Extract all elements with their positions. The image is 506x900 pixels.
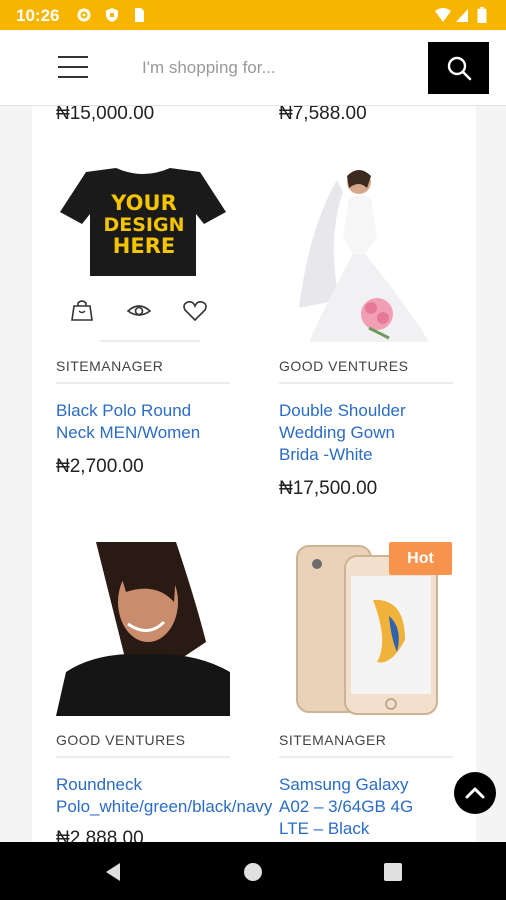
search-button[interactable] — [428, 42, 489, 94]
sim-icon — [135, 8, 144, 22]
product-title[interactable]: Double Shoulder Wedding Gown Brida -Whit… — [279, 400, 453, 466]
menu-icon — [58, 56, 88, 58]
product-vendor[interactable]: GOOD VENTURES — [279, 358, 408, 374]
product-price: ₦7,588.00 — [279, 106, 367, 124]
product-title[interactable]: Samsung Galaxy A02 – 3/64GB 4G LTE – Bla… — [279, 774, 453, 840]
chevron-up-icon — [465, 787, 485, 799]
home-icon[interactable] — [241, 860, 265, 884]
product-vendor[interactable]: GOOD VENTURES — [56, 732, 185, 748]
shield-icon — [106, 8, 118, 22]
search-input[interactable] — [130, 50, 410, 86]
product-price: ₦15,000.00 — [56, 106, 155, 124]
product-vendor[interactable]: SITEMANAGER — [279, 732, 386, 748]
gear-icon — [77, 8, 91, 22]
scroll-top-button[interactable] — [454, 772, 496, 814]
battery-icon — [477, 7, 487, 23]
image-text: YOUR — [110, 191, 177, 215]
bag-icon[interactable] — [70, 298, 96, 324]
eye-icon[interactable] — [126, 298, 152, 324]
image-text: DESIGN — [103, 214, 184, 236]
product-price: ₦2,700.00 — [56, 456, 144, 477]
product-image-tshirt[interactable]: YOUR DESIGN HERE — [56, 168, 230, 342]
app-header — [0, 30, 506, 106]
status-bar: 10:26 — [0, 0, 506, 30]
menu-button[interactable] — [58, 54, 90, 80]
product-title[interactable]: Roundneck Polo_white/green/black/navy — [56, 774, 316, 818]
signal-icon — [456, 9, 468, 22]
search-icon — [447, 56, 471, 81]
product-price: ₦17,500.00 — [279, 478, 378, 499]
product-image-wedding-gown[interactable] — [279, 168, 453, 342]
wifi-icon — [435, 8, 451, 22]
image-text: HERE — [113, 234, 175, 258]
card-actions — [70, 298, 218, 324]
product-image-woman-shirt[interactable] — [56, 542, 230, 716]
product-price: ₦2,888.00 — [56, 828, 144, 842]
back-icon[interactable] — [102, 860, 126, 884]
product-title[interactable]: Black Polo Round Neck MEN/Women — [56, 400, 230, 444]
status-time: 10:26 — [16, 6, 60, 25]
product-vendor[interactable]: SITEMANAGER — [56, 358, 163, 374]
system-nav-bar — [0, 842, 506, 900]
recents-icon[interactable] — [381, 860, 405, 884]
heart-icon[interactable] — [182, 298, 208, 324]
hot-badge: Hot — [389, 542, 452, 575]
product-grid: ₦15,000.00 ₦7,588.00 YOUR DESIGN HERE SI… — [32, 106, 476, 842]
